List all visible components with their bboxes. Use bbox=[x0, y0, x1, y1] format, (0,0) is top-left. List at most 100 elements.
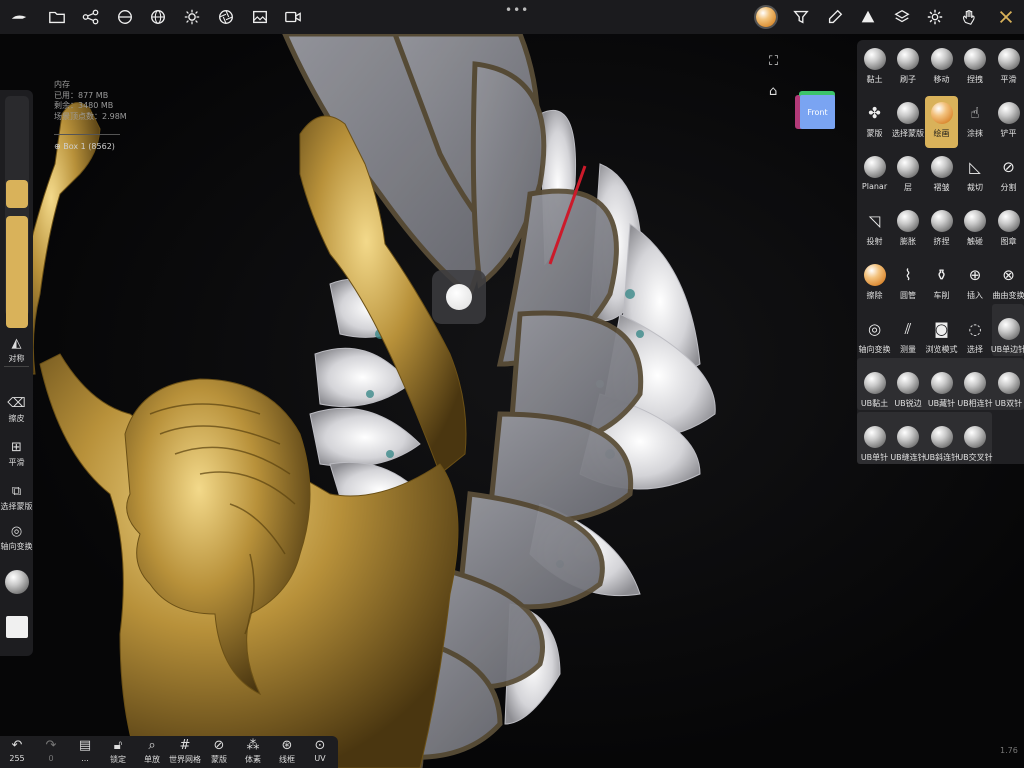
tool-label: 平滑 bbox=[1000, 75, 1017, 84]
tool-34[interactable]: UB双针 bbox=[992, 366, 1024, 418]
tool-31[interactable]: UB锐边 bbox=[892, 366, 925, 418]
tool-27[interactable]: ◙ 浏览模式 bbox=[925, 312, 958, 364]
tool-19[interactable]: 图章 bbox=[992, 204, 1024, 256]
tool-17[interactable]: 挤捏 bbox=[925, 204, 958, 256]
scene-graph-icon[interactable] bbox=[78, 4, 104, 30]
more-menu-icon[interactable]: ••• bbox=[505, 3, 529, 17]
sphere-icon bbox=[997, 318, 1020, 340]
tool-label: 曲由变换 bbox=[992, 291, 1024, 300]
navigation-cube[interactable]: Front bbox=[795, 91, 835, 131]
sphere-icon bbox=[897, 156, 919, 178]
intensity-slider[interactable] bbox=[6, 216, 28, 328]
gizmo-button[interactable]: ◎ 轴向变换 bbox=[0, 524, 33, 552]
tool-23[interactable]: ⊕ 插入 bbox=[959, 258, 992, 310]
settings-icon[interactable] bbox=[922, 4, 948, 30]
triangle-icon[interactable] bbox=[855, 4, 881, 30]
sphere-orange-icon bbox=[863, 264, 886, 286]
video-icon[interactable] bbox=[280, 4, 306, 30]
tool-16[interactable]: 膨胀 bbox=[892, 204, 925, 256]
undo-button[interactable]: ↶ 255 bbox=[0, 738, 34, 763]
color-swatch[interactable] bbox=[6, 616, 28, 638]
eraser-icon: ⌫ bbox=[7, 396, 26, 411]
tool-24[interactable]: ⊗ 曲由变换 bbox=[992, 258, 1024, 310]
home-icon[interactable]: ⌂ bbox=[769, 84, 777, 99]
aperture-icon[interactable] bbox=[213, 4, 239, 30]
tool-3[interactable]: 捏拽 bbox=[959, 42, 992, 94]
solo-button[interactable]: ⌕ 单放 bbox=[135, 738, 169, 765]
tool-38[interactable]: UB交叉针 bbox=[957, 420, 993, 472]
center-action-button[interactable] bbox=[432, 270, 486, 324]
insert-icon: ⊕ bbox=[968, 266, 982, 284]
symmetry-button[interactable]: ◭ 对称 bbox=[0, 336, 33, 364]
tool-12[interactable]: 褶皱 bbox=[925, 150, 958, 202]
image-icon[interactable] bbox=[247, 4, 273, 30]
material-preview[interactable] bbox=[5, 570, 29, 594]
world-grid-button[interactable]: # 世界网格 bbox=[168, 738, 202, 765]
filter-icon[interactable] bbox=[788, 4, 814, 30]
sphere-icon bbox=[997, 372, 1020, 394]
layers-icon[interactable] bbox=[889, 4, 915, 30]
size-slider[interactable] bbox=[6, 180, 28, 208]
tool-7[interactable]: 绘画 bbox=[925, 96, 958, 148]
tool-20[interactable]: 擦除 bbox=[858, 258, 891, 310]
folder-icon[interactable] bbox=[44, 4, 70, 30]
wireframe-button[interactable]: ⊛ 线框 bbox=[270, 738, 304, 765]
tool-0[interactable]: 黏土 bbox=[858, 42, 891, 94]
select-mask-button[interactable]: ⧉ 选择蒙版 bbox=[0, 484, 33, 512]
fullscreen-icon[interactable]: ⛶ bbox=[769, 54, 778, 69]
symmetry-icon: ◭ bbox=[11, 336, 22, 351]
stack-button[interactable]: ▤... bbox=[68, 738, 102, 763]
tool-29[interactable]: UB单边针 bbox=[991, 312, 1024, 364]
eraser-button[interactable]: ⌫ 擦皮 bbox=[0, 396, 33, 424]
tool-9[interactable]: 铲平 bbox=[992, 96, 1024, 148]
tool-18[interactable]: 触碰 bbox=[959, 204, 992, 256]
tool-label: 图章 bbox=[1000, 237, 1017, 246]
sphere-icon bbox=[897, 48, 919, 70]
tool-22[interactable]: ⚱ 车削 bbox=[925, 258, 958, 310]
sphere-icon bbox=[930, 426, 953, 448]
tool-5[interactable]: ✤ 蒙版 bbox=[858, 96, 891, 148]
smooth-button[interactable]: ⊞ 平滑 bbox=[0, 440, 33, 468]
lock-button[interactable]: 🔓︎ 锁定 bbox=[101, 738, 135, 765]
dropper-icon[interactable] bbox=[822, 4, 848, 30]
uv-button[interactable]: ⊙ UV bbox=[303, 738, 337, 763]
lasso-icon: ◌ bbox=[968, 320, 982, 338]
tool-6[interactable]: 选择蒙版 bbox=[892, 96, 925, 148]
material-ball-icon[interactable] bbox=[753, 4, 779, 30]
tool-label: 分割 bbox=[1000, 183, 1017, 192]
sphere-icon bbox=[930, 210, 953, 232]
voxel-button[interactable]: ⁂ 体素 bbox=[236, 738, 270, 765]
tool-13[interactable]: ◺ 裁切 bbox=[959, 150, 992, 202]
globe-small-icon: ⊕ bbox=[54, 142, 61, 151]
gizmo-icon: ◎ bbox=[867, 320, 882, 338]
gesture-icon[interactable] bbox=[956, 4, 982, 30]
tool-30[interactable]: UB黏土 bbox=[858, 366, 891, 418]
redo-button[interactable]: ↷ 0 bbox=[34, 738, 68, 763]
mask-visibility-button[interactable]: ⊘ 蒙版 bbox=[202, 738, 236, 765]
tool-15[interactable]: ◹ 投射 bbox=[858, 204, 891, 256]
tools-icon[interactable] bbox=[993, 4, 1019, 30]
material-icon[interactable] bbox=[112, 4, 138, 30]
object-label[interactable]: ⊕ Box 1 (8562) bbox=[54, 142, 115, 151]
globe-icon[interactable] bbox=[145, 4, 171, 30]
tool-2[interactable]: 移动 bbox=[925, 42, 958, 94]
tool-1[interactable]: 刷子 bbox=[892, 42, 925, 94]
tool-4[interactable]: 平滑 bbox=[992, 42, 1024, 94]
tool-35[interactable]: UB单针 bbox=[858, 420, 891, 472]
tool-37[interactable]: UB斜连针 bbox=[924, 420, 959, 472]
tool-8[interactable]: ☝ 涂抹 bbox=[959, 96, 992, 148]
tool-10[interactable]: Planar bbox=[858, 150, 891, 202]
tool-32[interactable]: UB藏针 bbox=[925, 366, 958, 418]
tool-21[interactable]: ⌇ 圆管 bbox=[892, 258, 925, 310]
sun-icon[interactable] bbox=[179, 4, 205, 30]
tool-11[interactable]: 层 bbox=[892, 150, 925, 202]
tool-26[interactable]: ⫽ 测量 bbox=[892, 312, 925, 364]
sphere-icon bbox=[863, 48, 886, 70]
tool-14[interactable]: ⊘ 分割 bbox=[992, 150, 1024, 202]
tool-33[interactable]: UB相连针 bbox=[957, 366, 993, 418]
nomad-logo-icon[interactable] bbox=[6, 4, 32, 30]
tool-25[interactable]: ◎ 轴向变换 bbox=[858, 312, 891, 364]
eye-slash-icon: ⊘ bbox=[213, 738, 225, 753]
tool-28[interactable]: ◌ 选择 bbox=[959, 312, 992, 364]
tool-36[interactable]: UB缝连针 bbox=[890, 420, 926, 472]
